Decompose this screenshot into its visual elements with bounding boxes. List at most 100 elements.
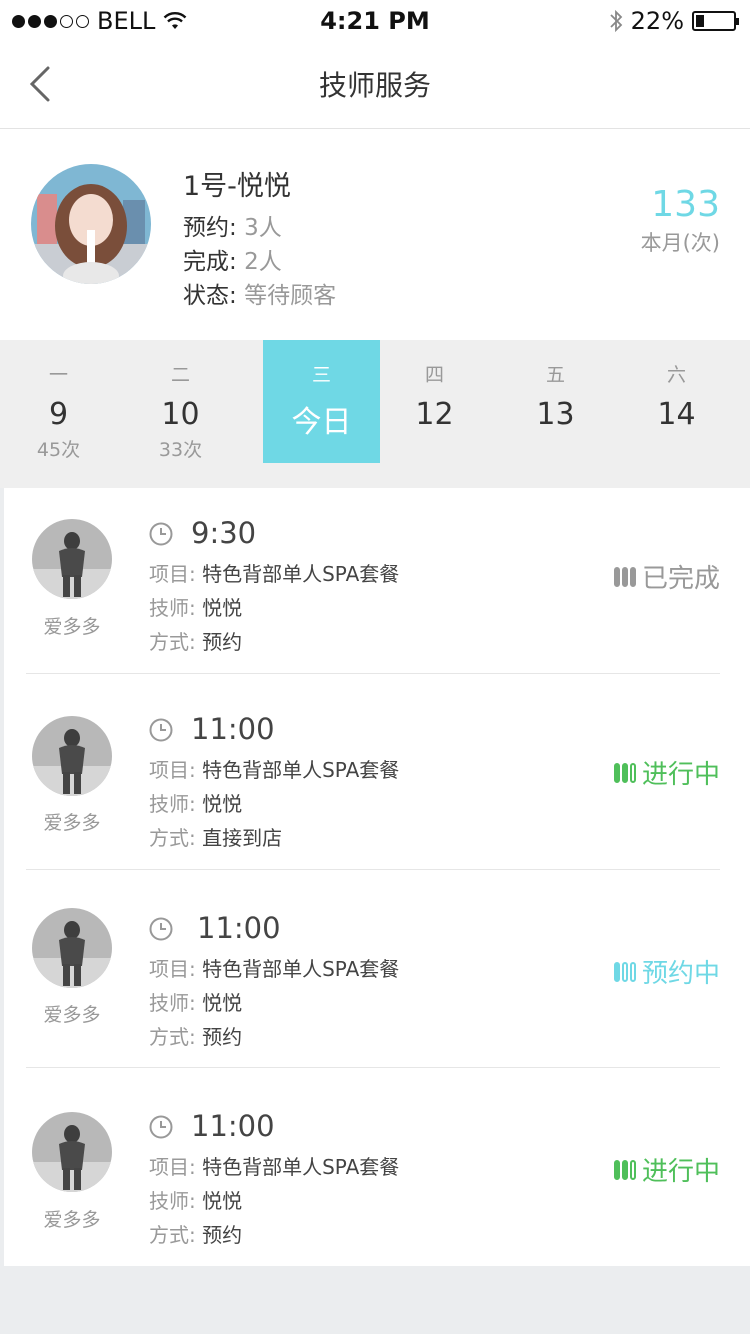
customer-name: 爱多多: [43, 1004, 101, 1026]
customer-name: 爱多多: [43, 616, 101, 638]
technician-avatar: [31, 164, 151, 284]
appointment-time: 9:30: [191, 516, 257, 550]
tech-label: 技师:: [149, 792, 196, 816]
appointment-label: 预约:: [183, 215, 237, 241]
status-bars-icon: [613, 566, 636, 587]
day-tab[interactable]: 一 9 45次: [0, 340, 117, 463]
status-badge: 已完成: [613, 558, 720, 595]
day-count: 45次: [36, 439, 81, 461]
clock-icon: [149, 1115, 173, 1139]
tech-label: 技师:: [149, 991, 196, 1015]
project-value: 特色背部单人SPA套餐: [202, 1155, 400, 1179]
customer-avatar: [32, 1112, 112, 1192]
state-value: 等待顾客: [244, 283, 337, 309]
status-bars-icon: [613, 1159, 636, 1180]
system-indicators: 22%: [609, 7, 739, 35]
completed-label: 完成:: [183, 249, 237, 275]
mode-label: 方式:: [149, 1025, 196, 1049]
technician-profile: 1号-悦悦 预约: 3人 完成: 2人 状态: 等待顾客 133 本月(次): [0, 129, 750, 340]
clock-icon: [149, 718, 173, 742]
monthly-count-label: 本月(次): [640, 231, 720, 255]
appointment-item[interactable]: 爱多多 11:00 项目: 特色背部单人SPA套餐 技师: 悦悦 方式: 直接到…: [4, 674, 750, 870]
state-label: 状态:: [183, 283, 237, 309]
date-label: 9: [48, 397, 69, 432]
status-badge: 预约中: [613, 953, 720, 990]
weekday-label: 二: [170, 364, 190, 386]
completed-count-row: 完成: 2人: [183, 245, 336, 279]
mode-value: 预约: [202, 1025, 243, 1049]
project-value: 特色背部单人SPA套餐: [202, 758, 400, 782]
day-tab[interactable]: 四 12: [376, 340, 493, 463]
mode-label: 方式:: [149, 826, 196, 850]
project-value: 特色背部单人SPA套餐: [202, 562, 400, 586]
status-text: 进行中: [641, 760, 720, 790]
appointment-details: 项目: 特色背部单人SPA套餐 技师: 悦悦 方式: 预约: [149, 557, 399, 659]
customer-avatar: [32, 908, 112, 988]
tech-value: 悦悦: [202, 991, 243, 1015]
weekday-label: 三: [311, 364, 331, 386]
completed-value: 2人: [244, 249, 282, 275]
monthly-count: 133 本月(次): [641, 184, 720, 257]
tech-label: 技师:: [149, 1189, 196, 1213]
mode-value: 预约: [202, 1223, 243, 1247]
day-tab-today[interactable]: 三 今日: [263, 340, 380, 463]
mode-value: 直接到店: [202, 826, 283, 850]
appointment-list: 爱多多 9:30 项目: 特色背部单人SPA套餐 技师: 悦悦 方式: 预约 已…: [4, 488, 750, 1266]
monthly-count-value: 133: [651, 184, 720, 225]
customer-name: 爱多多: [43, 1209, 101, 1231]
appointment-time: 11:00: [191, 1109, 275, 1143]
status-badge: 进行中: [613, 1151, 720, 1188]
bluetooth-icon: [610, 9, 622, 33]
weekday-label: 六: [666, 364, 686, 386]
appointment-count-row: 预约: 3人: [183, 211, 336, 245]
clock-icon: [149, 522, 173, 546]
appointment-item[interactable]: 爱多多 9:30 项目: 特色背部单人SPA套餐 技师: 悦悦 方式: 预约 已…: [4, 488, 750, 674]
weekday-label: 一: [48, 364, 68, 386]
project-label: 项目:: [149, 957, 196, 981]
tech-value: 悦悦: [202, 1189, 243, 1213]
nav-bar: 技师服务: [0, 40, 750, 129]
mode-value: 预约: [202, 630, 243, 654]
project-label: 项目:: [149, 758, 196, 782]
appointment-time: 11:00: [197, 911, 281, 945]
project-label: 项目:: [149, 562, 196, 586]
technician-info: 1号-悦悦 预约: 3人 完成: 2人 状态: 等待顾客: [183, 164, 336, 313]
tech-value: 悦悦: [202, 596, 243, 620]
tech-value: 悦悦: [202, 792, 243, 816]
status-text: 已完成: [641, 564, 720, 594]
appointment-value: 3人: [244, 215, 282, 241]
mode-label: 方式:: [149, 630, 196, 654]
day-tab[interactable]: 二 10 33次: [122, 340, 239, 463]
project-value: 特色背部单人SPA套餐: [202, 957, 400, 981]
date-label: 10: [161, 397, 200, 432]
day-count: 33次: [158, 439, 203, 461]
date-label: 12: [415, 397, 454, 432]
day-tab[interactable]: 五 13: [497, 340, 614, 463]
date-label: 14: [657, 397, 696, 432]
status-badge: 进行中: [613, 754, 720, 791]
weekday-label: 五: [545, 364, 565, 386]
battery-icon: [692, 11, 739, 31]
day-tab[interactable]: 六 14: [618, 340, 735, 463]
status-bars-icon: [613, 961, 636, 982]
appointment-details: 项目: 特色背部单人SPA套餐 技师: 悦悦 方式: 预约: [149, 952, 399, 1054]
weekday-label: 四: [424, 364, 444, 386]
battery-percent: 22%: [630, 7, 684, 35]
appointment-time: 11:00: [191, 712, 275, 746]
customer-avatar: [32, 519, 112, 599]
tech-label: 技师:: [149, 596, 196, 620]
technician-name: 1号-悦悦: [183, 171, 291, 202]
page-title: 技师服务: [318, 69, 431, 102]
mode-label: 方式:: [149, 1223, 196, 1247]
status-text: 预约中: [641, 959, 720, 989]
appointment-item[interactable]: 爱多多 11:00 项目: 特色背部单人SPA套餐 技师: 悦悦 方式: 预约 …: [4, 870, 750, 1068]
week-selector: 一 9 45次 二 10 33次 三 今日 四 12 五 13 六 14: [0, 340, 750, 488]
customer-avatar: [32, 716, 112, 796]
project-label: 项目:: [149, 1155, 196, 1179]
date-label: 今日: [291, 405, 352, 440]
appointment-item[interactable]: 爱多多 11:00 项目: 特色背部单人SPA套餐 技师: 悦悦 方式: 预约 …: [4, 1068, 750, 1266]
clock-icon: [149, 917, 173, 941]
status-bar: BELL 4:21 PM 22%: [0, 0, 750, 40]
status-text: 进行中: [641, 1157, 720, 1187]
customer-name: 爱多多: [43, 812, 101, 834]
